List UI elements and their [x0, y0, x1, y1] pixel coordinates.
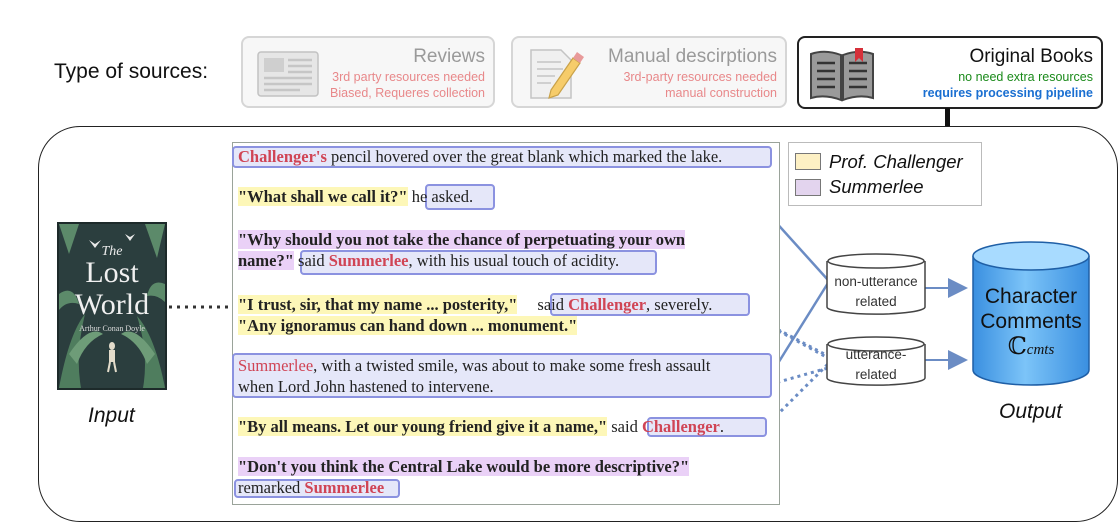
database-symbol-sub: cmts: [1026, 342, 1055, 358]
non-utterance-label-line2: related: [855, 294, 897, 309]
legend: Prof. Challenger Summerlee: [788, 142, 982, 206]
text-line-3: "Why should you not take the chance of p…: [238, 229, 686, 250]
quote-summerlee: name?": [238, 251, 294, 270]
database-symbol-letter: ℂ: [1007, 332, 1027, 360]
quote-summerlee: "Don't you think the Central Lake would …: [238, 457, 690, 476]
character-name: Challenger: [568, 295, 647, 314]
database-line2: Comments: [980, 310, 1082, 333]
quote-challenger: "I trust, sir, that my name ... posterit…: [238, 295, 518, 314]
non-utterance-label-line1: non-utterance: [834, 274, 918, 289]
text-line-8: when Lord John hastened to intervene.: [238, 376, 494, 397]
said-text: said: [611, 417, 642, 436]
narration-text: , with his usual touch of acidity.: [408, 251, 620, 270]
utterance-label-line2: related: [855, 367, 897, 382]
database-symbol: ℂcmts: [971, 334, 1091, 363]
non-utterance-label: non-utterance related: [826, 272, 926, 312]
character-name: Challenger's: [238, 147, 327, 166]
quote-summerlee: "Why should you not take the chance of p…: [238, 230, 686, 249]
utterance-label-line1: utterance-: [845, 347, 907, 362]
legend-swatch-challenger: [795, 153, 821, 170]
character-name: Summerlee: [238, 356, 314, 375]
character-name: Challenger: [641, 417, 720, 436]
quote-challenger: "Any ignoramus can hand down ... monumen…: [238, 316, 578, 335]
text-line-1: Challenger's pencil hovered over the gre…: [238, 146, 722, 167]
character-name: Summerlee: [304, 478, 385, 497]
text-line-6: "Any ignoramus can hand down ... monumen…: [238, 315, 578, 336]
text-line-10: "Don't you think the Central Lake would …: [238, 456, 690, 477]
text-line-9: "By all means. Let our young friend give…: [238, 416, 724, 437]
output-label: Output: [999, 400, 1063, 423]
database-line1: Character: [984, 285, 1078, 308]
text-line-4: name?" said Summerlee, with his usual to…: [238, 250, 619, 271]
said-text: remarked: [238, 478, 305, 497]
legend-label-challenger: Prof. Challenger: [829, 151, 963, 172]
text-line-2: "What shall we call it?" he asked.: [238, 186, 473, 207]
quote-challenger: "By all means. Let our young friend give…: [238, 417, 608, 436]
character-name: Summerlee: [328, 251, 409, 270]
narration-text: , with a twisted smile, was about to mak…: [313, 356, 711, 375]
narration-text: he asked.: [411, 187, 474, 206]
quote-challenger: "What shall we call it?": [238, 187, 408, 206]
text-line-7: Summerlee, with a twisted smile, was abo…: [238, 355, 710, 376]
narration-text: , severely.: [646, 295, 713, 314]
said-text: said: [537, 295, 569, 314]
text-line-11: remarked Summerlee: [238, 477, 384, 498]
database-label: Character Comments ℂcmts: [971, 284, 1091, 363]
utterance-label: utterance-related: [826, 345, 926, 385]
legend-swatch-summerlee: [795, 179, 821, 196]
said-text: said: [298, 251, 329, 270]
narration-text: pencil hovered over the great blank whic…: [326, 147, 723, 166]
legend-label-summerlee: Summerlee: [829, 176, 924, 197]
narration-text: .: [719, 417, 724, 436]
narration-text: when Lord John hastened to intervene.: [238, 377, 494, 396]
text-line-5: "I trust, sir, that my name ... posterit…: [238, 294, 712, 315]
